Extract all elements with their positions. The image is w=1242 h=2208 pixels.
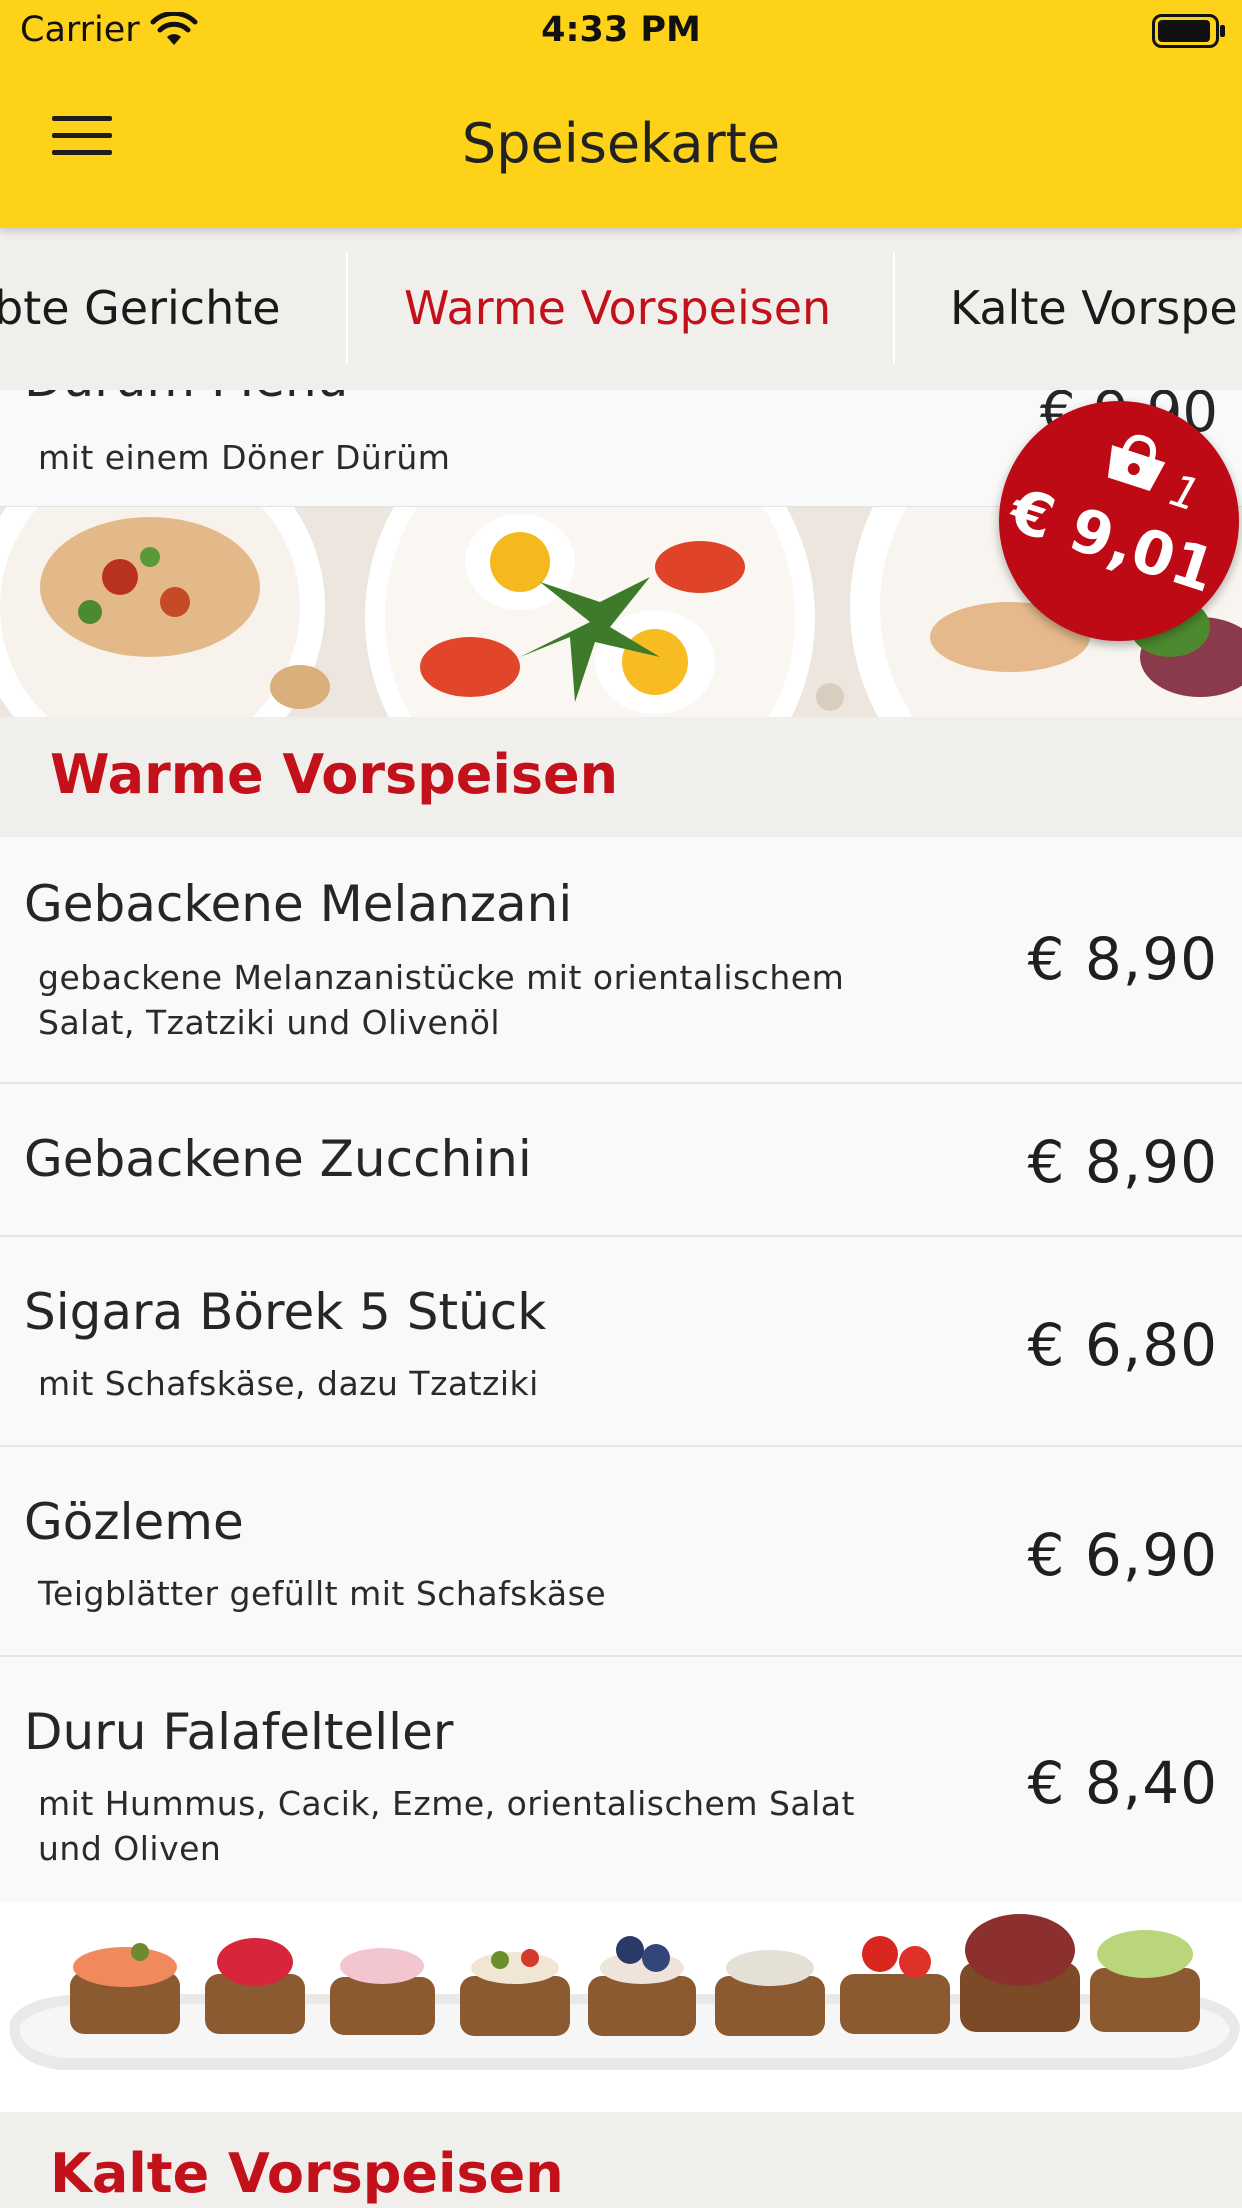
item-description: mit Hummus, Cacik, Ezme, orientalischem … (38, 1784, 855, 1868)
item-price: € 6,90 (1027, 1521, 1218, 1589)
item-price: € 8,40 (1027, 1749, 1218, 1817)
item-description: Teigblätter gefüllt mit Schafskäse (38, 1574, 607, 1613)
item-name: Gebackene Melanzani (24, 875, 573, 933)
section-title: Warme Vorspeisen (50, 743, 619, 806)
item-price: € 8,90 (1027, 925, 1218, 993)
section-header-warme-vorspeisen: Warme Vorspeisen (0, 717, 1242, 837)
menu-item[interactable]: Gözleme Teigblätter gefüllt mit Schafskä… (0, 1447, 1242, 1657)
tab-beliebte-gerichte[interactable]: bte Gerichte (0, 228, 281, 390)
tab-divider (346, 252, 348, 364)
item-name: Duru Falafelteller (24, 1703, 454, 1761)
item-name: Sigara Börek 5 Stück (24, 1283, 547, 1341)
item-description: gebackene Melanzanistücke mit orientalis… (38, 958, 845, 1042)
page-title: Speisekarte (461, 112, 781, 175)
tab-warme-vorspeisen[interactable]: Warme Vorspeisen (404, 228, 831, 390)
menu-item[interactable]: Duru Falafelteller mit Hummus, Cacik, Ez… (0, 1657, 1242, 1902)
cart-item-count: 1 (1163, 464, 1206, 523)
item-description: mit einem Döner Dürüm (38, 438, 451, 477)
kalte-vorspeisen-banner-image (0, 1902, 1242, 2112)
item-price: € 8,90 (1027, 1128, 1218, 1196)
item-description: mit Schafskäse, dazu Tzatziki (38, 1364, 539, 1403)
section-header-kalte-vorspeisen: Kalte Vorspeisen (0, 2112, 1242, 2208)
menu-item[interactable]: Sigara Börek 5 Stück mit Schafskäse, daz… (0, 1237, 1242, 1447)
navigation-bar: Carrier 4:33 PM Speisekarte (0, 0, 1242, 228)
tab-divider (893, 252, 895, 364)
item-price: € 6,80 (1027, 1311, 1218, 1379)
battery-icon (1152, 14, 1225, 48)
status-time: 4:33 PM (541, 10, 701, 50)
category-tabs: bte Gerichte Warme Vorspeisen Kalte Vors… (0, 228, 1242, 390)
menu-item[interactable]: Gebackene Zucchini € 8,90 (0, 1084, 1242, 1237)
item-name: Gözleme (24, 1493, 244, 1551)
cart-badge-button[interactable]: 1 € 9,01 (999, 401, 1239, 641)
item-name: Gebackene Zucchini (24, 1130, 532, 1188)
section-title: Kalte Vorspeisen (50, 2142, 564, 2205)
tab-kalte-vorspeisen[interactable]: Kalte Vorspe (950, 228, 1238, 390)
shopping-basket-icon (1107, 434, 1166, 492)
menu-item[interactable]: Gebackene Melanzani gebackene Melanzanis… (0, 837, 1242, 1084)
